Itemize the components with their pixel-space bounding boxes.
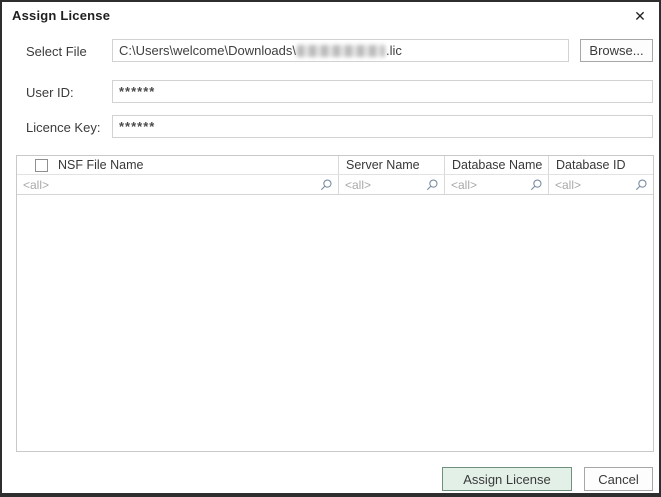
user-id-value: ****** — [119, 84, 156, 99]
assign-license-button-label: Assign License — [463, 471, 551, 487]
assign-license-dialog: Assign License ✕ Select File C:\Users\we… — [0, 0, 661, 497]
table-header-row: NSF File Name Server Name Database Name … — [17, 156, 653, 175]
cancel-button[interactable]: Cancel — [584, 467, 653, 491]
title-bar: Assign License ✕ — [2, 2, 659, 30]
select-all-checkbox[interactable] — [35, 158, 48, 172]
search-icon[interactable] — [529, 178, 543, 192]
file-path-suffix: .lic — [386, 43, 402, 58]
filter-server-name[interactable]: <all> — [339, 175, 445, 194]
redacted-file-name — [297, 44, 386, 57]
browse-button[interactable]: Browse... — [580, 39, 653, 62]
filter-database-id[interactable]: <all> — [549, 175, 653, 194]
column-header-database-name[interactable]: Database Name — [445, 156, 549, 174]
user-id-input[interactable]: ****** — [112, 80, 653, 103]
assign-license-button[interactable]: Assign License — [442, 467, 572, 491]
search-icon[interactable] — [425, 178, 439, 192]
file-path-prefix: C:\Users\welcome\Downloads\ — [119, 43, 297, 58]
licence-key-value: ****** — [119, 119, 156, 134]
dialog-title: Assign License — [12, 8, 111, 23]
column-header-server-name[interactable]: Server Name — [339, 156, 445, 174]
licence-key-label: Licence Key: — [26, 120, 101, 135]
table-filter-row: <all> <all> <all> <all> — [17, 175, 653, 195]
filter-database-name[interactable]: <all> — [445, 175, 549, 194]
licence-key-input[interactable]: ****** — [112, 115, 653, 138]
select-file-label: Select File — [26, 44, 87, 59]
filter-nsf-file-name[interactable]: <all> — [17, 175, 339, 194]
table-body-empty — [17, 195, 653, 451]
user-id-label: User ID: — [26, 85, 74, 100]
select-file-input[interactable]: C:\Users\welcome\Downloads\ .lic — [112, 39, 569, 62]
column-header-nsf-file-name[interactable]: NSF File Name — [17, 156, 339, 174]
close-icon[interactable]: ✕ — [629, 6, 651, 26]
browse-button-label: Browse... — [589, 43, 644, 58]
search-icon[interactable] — [319, 178, 333, 192]
nsf-file-table: NSF File Name Server Name Database Name … — [16, 155, 654, 452]
search-icon[interactable] — [634, 178, 648, 192]
cancel-button-label: Cancel — [598, 471, 639, 487]
column-header-database-id[interactable]: Database ID — [549, 156, 653, 174]
